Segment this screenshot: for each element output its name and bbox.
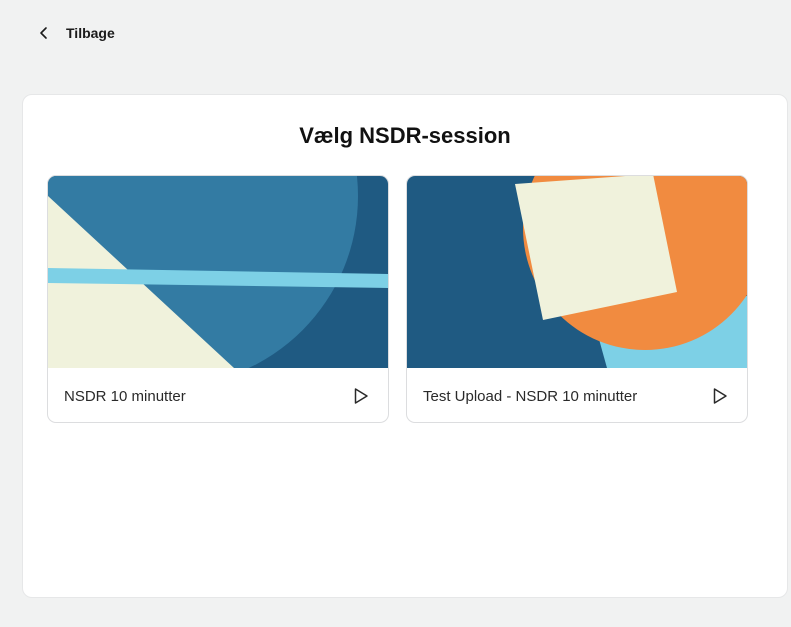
session-card-test-upload[interactable]: Test Upload - NSDR 10 minutter	[406, 175, 748, 423]
session-card-nsdr-10[interactable]: NSDR 10 minutter	[47, 175, 389, 423]
back-label: Tilbage	[66, 25, 115, 41]
back-button[interactable]: Tilbage	[36, 22, 115, 44]
session-thumbnail	[407, 176, 747, 368]
chevron-left-icon	[36, 25, 52, 41]
session-thumbnail	[48, 176, 388, 368]
play-icon[interactable]	[350, 385, 372, 407]
play-icon[interactable]	[709, 385, 731, 407]
session-title: Test Upload - NSDR 10 minutter	[423, 387, 638, 405]
page-title: Vælg NSDR-session	[299, 123, 511, 148]
session-picker-panel: Vælg NSDR-session NSDR 10 minutter Test …	[22, 94, 788, 598]
session-title: NSDR 10 minutter	[64, 387, 186, 405]
